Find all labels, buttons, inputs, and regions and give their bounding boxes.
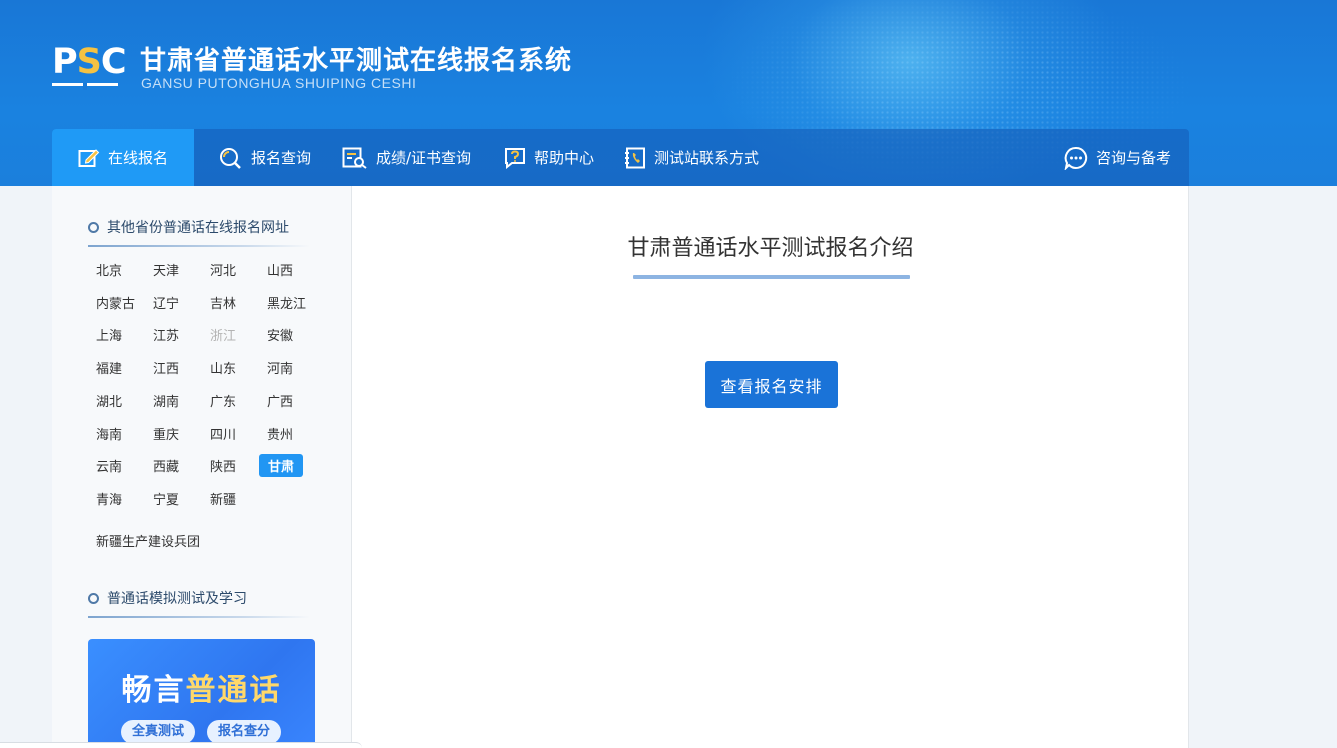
nav-label: 咨询与备考 [1096,149,1172,167]
promo-tag: 报名查分 [207,720,282,744]
nav-item-consult[interactable]: 咨询与备考 [1064,129,1171,186]
page-title: 甘肃普通话水平测试报名介绍 [627,236,914,261]
province-link[interactable]: 西藏 [153,456,179,475]
province-link[interactable]: 云南 [96,456,122,475]
province-link[interactable]: 贵州 [267,424,293,443]
search-icon [220,147,241,169]
province-link[interactable]: 宁夏 [153,489,179,508]
nav-item-station-contact[interactable]: 测试站联系方式 [624,129,759,186]
circle-bullet-icon [88,592,99,604]
main-nav: 在线报名 报名查询 成绩/证书查询 帮助中心 测试站联系方式 咨询与备考 [52,129,1189,186]
province-link[interactable]: 福建 [96,358,122,377]
site-subtitle: GANSU PUTONGHUA SHUIPING CESHI [141,75,417,91]
promo-tag: 全真测试 [121,720,196,744]
province-link[interactable]: 四川 [210,424,236,443]
view-schedule-button[interactable]: 查看报名安排 [705,361,838,408]
province-link[interactable]: 湖南 [153,391,179,410]
site-title: 甘肃省普通话水平测试在线报名系统 [140,46,573,76]
province-link[interactable]: 北京 [96,260,122,279]
province-link[interactable]: 陕西 [210,456,236,475]
help-icon [505,147,525,169]
edit-icon [78,148,100,167]
province-link-active[interactable]: 甘肃 [259,454,304,478]
province-link[interactable]: 青海 [96,489,122,508]
province-link[interactable]: 海南 [96,424,122,443]
certificate-search-icon [342,147,367,169]
province-link[interactable]: 重庆 [153,424,179,443]
nav-label: 报名查询 [251,149,312,167]
province-link[interactable]: 吉林 [210,293,236,312]
nav-label: 在线报名 [108,149,169,167]
logo-text: PSC [52,42,127,82]
nav-item-score-query[interactable]: 成绩/证书查询 [342,129,471,186]
title-underline [633,275,910,279]
section-divider [88,616,310,618]
province-link[interactable]: 新疆生产建设兵团 [96,531,200,550]
province-link[interactable]: 上海 [96,325,122,344]
province-link[interactable]: 内蒙古 [96,293,135,312]
province-link[interactable]: 浙江 [210,325,236,344]
nav-item-register-query[interactable]: 报名查询 [219,129,311,186]
province-link[interactable]: 广西 [267,391,293,410]
province-link[interactable]: 山东 [210,358,236,377]
nav-label: 成绩/证书查询 [376,149,472,167]
nav-item-online-register[interactable]: 在线报名 [52,129,194,186]
province-link[interactable]: 黑龙江 [267,293,306,312]
bottom-edge [0,742,362,748]
province-link[interactable]: 安徽 [267,325,293,344]
practice-section-title: 普通话模拟测试及学习 [88,588,310,608]
province-link[interactable]: 江苏 [153,325,179,344]
promo-title: 畅言普通话 [121,673,282,708]
logo-book-icon [52,83,118,91]
nav-item-help-center[interactable]: 帮助中心 [504,129,594,186]
nav-label: 帮助中心 [534,149,595,167]
province-link[interactable]: 新疆 [210,489,236,508]
chat-bubble-icon [1064,146,1088,170]
province-link[interactable]: 湖北 [96,391,122,410]
province-link[interactable]: 江西 [153,358,179,377]
circle-bullet-icon [88,221,99,233]
section-divider [88,245,310,247]
province-link[interactable]: 河南 [267,358,293,377]
nav-label: 测试站联系方式 [654,149,760,167]
province-link[interactable]: 河北 [210,260,236,279]
changyan-promo-banner[interactable]: 畅言普通话 全真测试 报名查分 [88,639,315,748]
provinces-section-title: 其他省份普通话在线报名网址 [88,217,310,237]
province-link[interactable]: 广东 [210,391,236,410]
phone-book-icon [625,147,645,168]
sidebar: 其他省份普通话在线报名网址 北京 天津 河北 山西内蒙古 辽宁 吉林 黑龙江上海 江苏 浙江 安徽… [52,186,352,748]
main-content: 甘肃普通话水平测试报名介绍 查看报名安排 [352,186,1189,748]
province-link[interactable]: 天津 [153,260,179,279]
province-link[interactable]: 山西 [267,260,293,279]
province-link[interactable]: 辽宁 [153,293,179,312]
psc-logo[interactable]: PSC [52,42,127,94]
site-header: PSC 甘肃省普通话水平测试在线报名系统 GANSU PUTONGHUA SHU… [0,0,1337,186]
